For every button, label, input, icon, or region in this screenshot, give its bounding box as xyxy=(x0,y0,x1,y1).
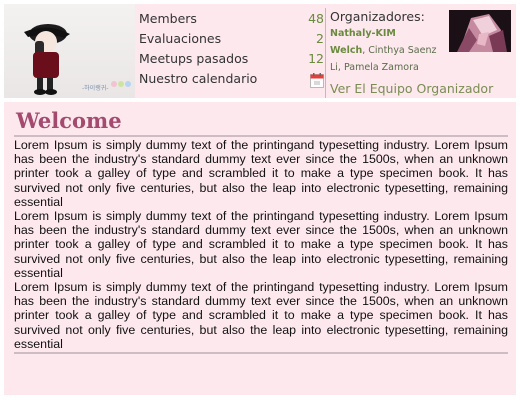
stat-label: Nuestro calendario xyxy=(139,71,258,86)
organizer-avatar[interactable] xyxy=(449,10,511,52)
divider-bottom xyxy=(14,352,508,354)
welcome-body: Lorem Ipsum is simply dummy text of the … xyxy=(14,138,508,351)
stat-evaluations[interactable]: Evaluaciones 2 xyxy=(139,31,324,51)
group-stats: Members 48 Evaluaciones 2 Meetups pasado… xyxy=(139,11,324,91)
stat-members[interactable]: Members 48 xyxy=(139,11,324,31)
header-divider xyxy=(325,8,326,98)
stat-calendar[interactable]: Nuestro calendario xyxy=(139,71,324,91)
welcome-paragraph: Lorem Ipsum is simply dummy text of the … xyxy=(14,138,508,209)
view-organizer-team-link[interactable]: Ver El Equipo Organizador xyxy=(330,81,493,96)
calendar-icon[interactable] xyxy=(310,73,324,88)
divider-top xyxy=(14,135,508,137)
color-figures xyxy=(111,81,131,87)
stat-value: 12 xyxy=(308,51,324,66)
stat-past-meetups[interactable]: Meetups pasados 12 xyxy=(139,51,324,71)
avatar-image xyxy=(449,10,511,52)
organizer-name-link[interactable]: Nathaly-KIM xyxy=(330,28,396,39)
stat-value: 2 xyxy=(316,31,324,46)
stat-label: Evaluaciones xyxy=(139,31,222,46)
welcome-paragraph: Lorem Ipsum is simply dummy text of the … xyxy=(14,209,508,280)
group-photo[interactable]: -하이랭귀- xyxy=(4,4,135,98)
organizer-name-link[interactable]: Welch xyxy=(330,45,362,56)
stat-value: 48 xyxy=(308,11,324,26)
welcome-paragraph: Lorem Ipsum is simply dummy text of the … xyxy=(14,280,508,351)
photo-caption: -하이랭귀- xyxy=(82,84,108,92)
stat-label: Meetups pasados xyxy=(139,51,249,66)
organizers-panel: Organizadores: Nathaly-KIM Welch, Cinthy… xyxy=(330,9,514,76)
welcome-panel: Welcome Lorem Ipsum is simply dummy text… xyxy=(4,102,516,395)
welcome-title: Welcome xyxy=(16,108,122,133)
group-header: -하이랭귀- Members 48 Evaluaciones 2 Meetups… xyxy=(4,4,516,98)
stat-label: Members xyxy=(139,11,197,26)
organizers-names: Nathaly-KIM Welch, Cinthya Saenz Li, Pam… xyxy=(330,25,450,76)
figurine-image: -하이랭귀- xyxy=(24,24,131,95)
